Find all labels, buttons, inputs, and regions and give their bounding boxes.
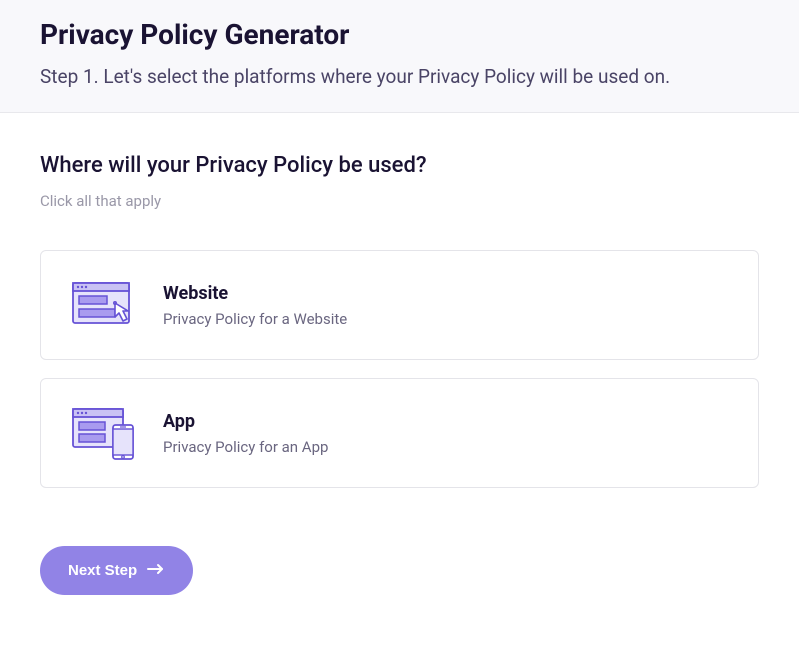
app-icon [69,407,139,459]
option-website-title: Website [163,283,347,304]
option-website[interactable]: Website Privacy Policy for a Website [40,250,759,360]
step-subtitle: Step 1. Let's select the platforms where… [40,65,759,88]
main-content: Where will your Privacy Policy be used? … [0,113,799,595]
option-app-desc: Privacy Policy for an App [163,438,328,456]
option-app-text: App Privacy Policy for an App [163,411,328,456]
option-website-desc: Privacy Policy for a Website [163,310,347,328]
next-step-label: Next Step [68,562,137,579]
option-app-title: App [163,411,328,432]
next-step-button[interactable]: Next Step [40,546,193,595]
option-website-text: Website Privacy Policy for a Website [163,283,347,328]
page-header: Privacy Policy Generator Step 1. Let's s… [0,0,799,113]
question-hint: Click all that apply [40,192,759,210]
option-app[interactable]: App Privacy Policy for an App [40,378,759,488]
question-heading: Where will your Privacy Policy be used? [40,153,759,178]
arrow-right-icon [147,562,165,579]
page-title: Privacy Policy Generator [40,18,759,51]
website-icon [69,279,139,331]
